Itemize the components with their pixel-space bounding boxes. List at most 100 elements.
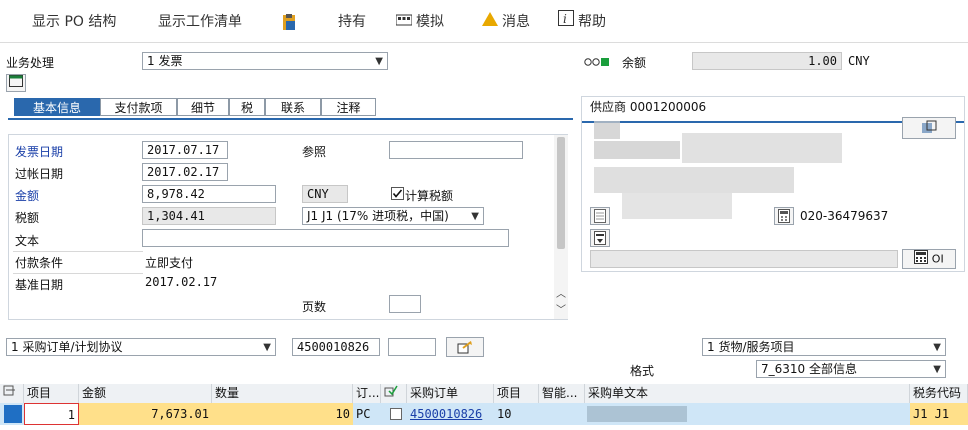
posting-date-field[interactable]: 2017.02.17 [142, 163, 228, 181]
vendor-doc-button[interactable] [590, 207, 610, 225]
redacted-text [587, 406, 687, 422]
redacted-text [594, 141, 680, 159]
row-checkbox[interactable] [390, 408, 402, 423]
row-tax-code-input[interactable]: J1 J1 [910, 403, 968, 425]
redacted-text [594, 121, 620, 139]
col-po-text[interactable]: 采购单文本 [585, 384, 910, 403]
row-amount-input[interactable]: 7,673.01 [79, 403, 212, 425]
calculator-icon [914, 250, 929, 269]
row-po-item: 10 [497, 407, 512, 421]
vendor-phone: 020-36479637 [800, 209, 889, 223]
open-items-button[interactable]: OI [902, 249, 956, 269]
layout-label: 格式 [630, 364, 655, 378]
col-purchase-order[interactable]: 采购订单 [407, 384, 494, 403]
tax-code-select[interactable]: J1 J1 (17% 进项税，中国) ▼ [302, 207, 484, 225]
tab-contact[interactable]: 联系 [265, 98, 321, 116]
transfer-button[interactable] [446, 337, 484, 357]
phone-button[interactable] [774, 207, 794, 225]
chevron-down-icon: ▼ [933, 342, 941, 353]
col-smart[interactable]: 智能... [539, 384, 585, 403]
scrollbar-thumb[interactable] [557, 137, 565, 249]
select-all-icon[interactable] [0, 384, 24, 403]
invoice-date-label: 发票日期 [15, 145, 64, 159]
scroll-down-icon[interactable]: ﹀ [556, 301, 566, 316]
redacted-text [682, 133, 842, 163]
baseline-date-value: 2017.02.17 [145, 275, 218, 289]
page-count-field[interactable] [389, 295, 421, 313]
chevron-down-icon: ▼ [471, 211, 479, 222]
tab-tax[interactable]: 税 [229, 98, 265, 116]
svg-text:i: i [563, 12, 567, 26]
row-quantity-input[interactable]: 10 [212, 403, 353, 425]
tab-notes[interactable]: 注释 [321, 98, 376, 116]
amount-label: 金额 [15, 189, 40, 203]
print-icon [594, 231, 606, 248]
balance-field: 1.00 [692, 52, 842, 70]
balance-label: 余额 [622, 56, 647, 70]
po-item-field[interactable] [388, 338, 436, 356]
transaction-label: 业务处理 [6, 56, 55, 70]
vendor-detail-button[interactable] [902, 117, 956, 139]
show-worklist-button[interactable]: 显示工作清单 [158, 10, 242, 34]
col-amount[interactable]: 金额 [79, 384, 212, 403]
expand-header-button[interactable] [6, 74, 26, 92]
layout-select[interactable]: 7_6310 全部信息 ▼ [756, 360, 946, 378]
transfer-icon [457, 341, 473, 357]
table-row[interactable]: 1 7,673.01 10 PC 4500010826 10 J1 J1 [0, 403, 968, 425]
col-tax-code[interactable]: 税务代码 [910, 384, 968, 403]
row-po-link[interactable]: 4500010826 [407, 403, 494, 425]
vendor-panel: 供应商 0001200006 020-36479637 OI [581, 96, 965, 272]
col-order-unit[interactable]: 订... [353, 384, 381, 403]
chevron-down-icon: ▼ [375, 56, 383, 67]
vendor-detail-icon [921, 120, 937, 139]
calc-tax-checkbox[interactable] [391, 187, 404, 203]
balance-currency: CNY [848, 54, 870, 68]
items-grid-header: 项目 金额 数量 订... 采购订单 项目 智能... 采购单文本 税务代码 [0, 384, 968, 404]
show-po-structure-button[interactable]: 显示 PO 结构 [32, 10, 116, 34]
payment-terms-value: 立即支付 [145, 256, 194, 270]
line-type-select[interactable]: 1 货物/服务项目 ▼ [702, 338, 946, 356]
document-icon [594, 209, 606, 226]
row-smart [539, 403, 585, 425]
invoice-date-field[interactable]: 2017.07.17 [142, 141, 228, 159]
warning-icon [482, 10, 498, 34]
redacted-text [594, 167, 794, 193]
col-quantity[interactable]: 数量 [212, 384, 353, 403]
tax-amount-label: 税额 [15, 211, 40, 225]
col-po-item[interactable]: 项目 [494, 384, 539, 403]
layout-icon [9, 75, 23, 90]
row-item-input[interactable]: 1 [24, 403, 79, 425]
text-label: 文本 [15, 234, 40, 248]
reference-field[interactable] [389, 141, 523, 159]
reference-label: 参照 [302, 145, 327, 159]
vendor-print-button[interactable] [590, 229, 610, 247]
hold-button[interactable]: 持有 [338, 10, 366, 34]
messages-button[interactable]: 消息 [482, 10, 530, 34]
payment-terms-label: 付款条件 [15, 256, 64, 270]
tab-payment[interactable]: 支付款项 [100, 98, 177, 116]
redacted-text [622, 193, 732, 219]
row-unit: PC [356, 407, 371, 421]
simulate-icon [395, 10, 413, 34]
vertical-scrollbar[interactable]: ︿ ﹀ [554, 135, 568, 319]
simulate-button[interactable]: 模拟 [395, 10, 444, 34]
posting-date-label: 过帐日期 [15, 167, 64, 181]
amount-field[interactable]: 8,978.42 [142, 185, 276, 203]
divider [13, 273, 143, 274]
row-selector[interactable] [4, 405, 22, 423]
col-check[interactable] [381, 384, 407, 403]
col-item[interactable]: 项目 [24, 384, 79, 403]
divider [13, 251, 143, 252]
info-icon: i [558, 10, 574, 34]
text-field[interactable] [142, 229, 509, 247]
tab-details[interactable]: 细节 [177, 98, 229, 116]
scroll-up-icon[interactable]: ︿ [556, 285, 566, 300]
clipboard-button[interactable] [280, 10, 302, 34]
reference-doc-type-select[interactable]: 1 采购订单/计划协议 ▼ [6, 338, 276, 356]
currency-field: CNY [302, 185, 348, 203]
help-button[interactable]: i 帮助 [558, 10, 606, 34]
tab-basic-info[interactable]: 基本信息 [14, 98, 100, 116]
basic-info-panel: 发票日期 2017.07.17 参照 过帐日期 2017.02.17 金额 8,… [8, 134, 568, 320]
po-number-field[interactable]: 4500010826 [292, 338, 380, 356]
transaction-select[interactable]: 1 发票 ▼ [142, 52, 388, 70]
